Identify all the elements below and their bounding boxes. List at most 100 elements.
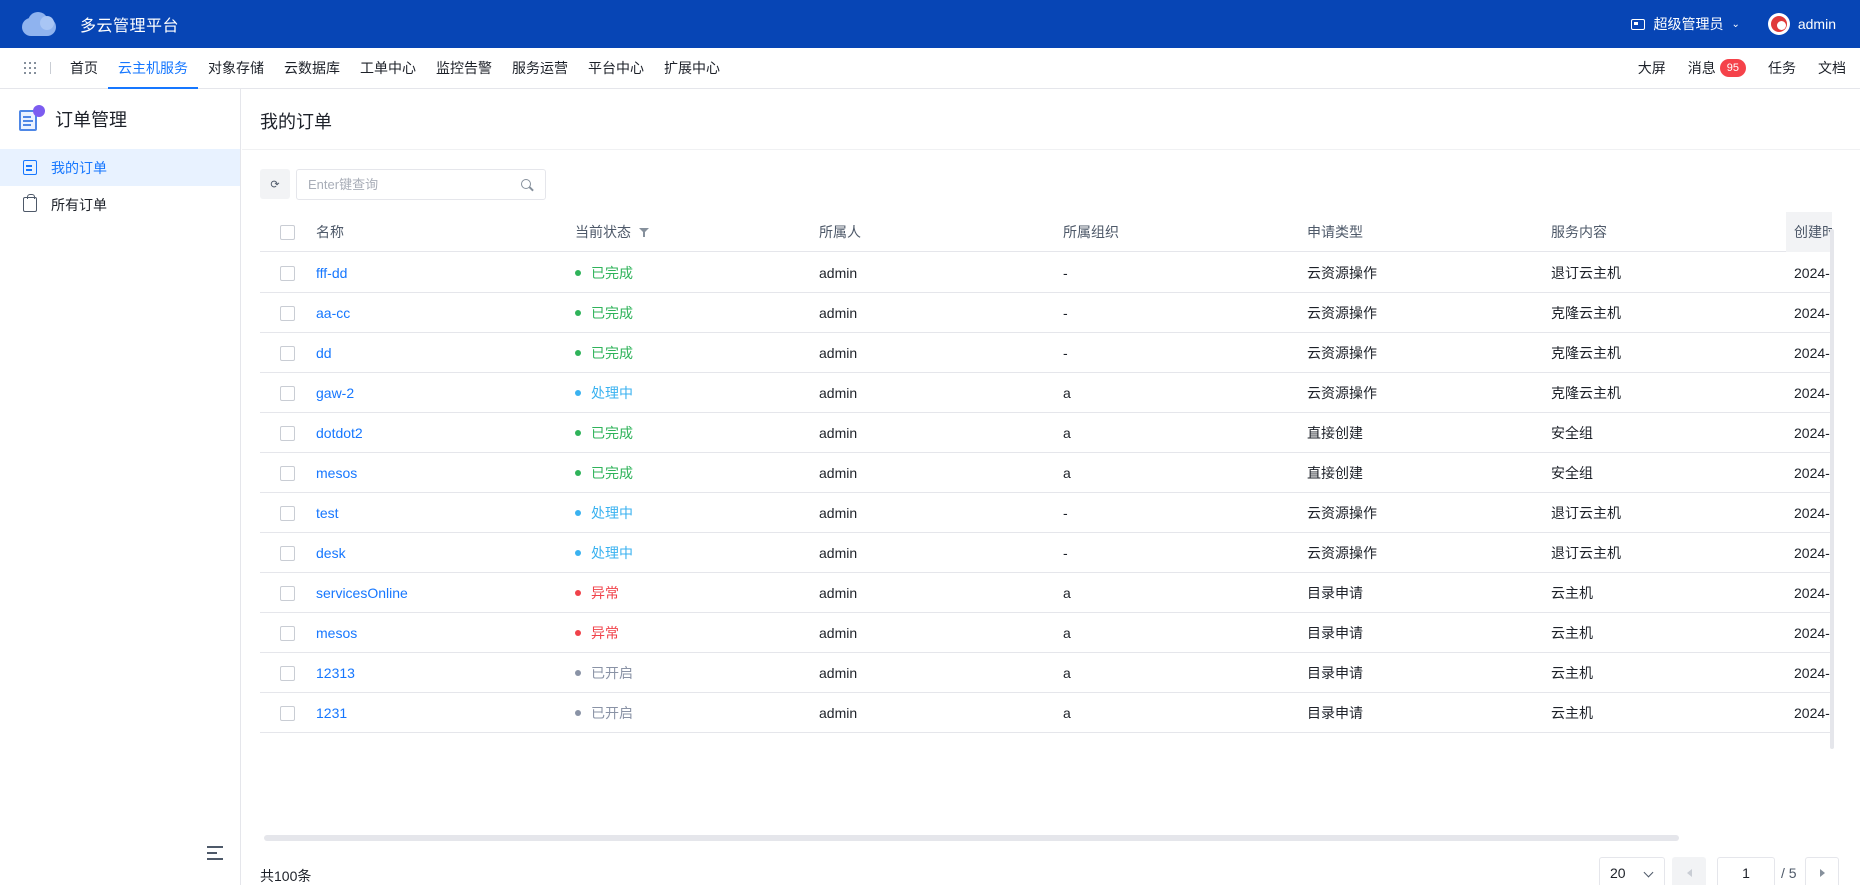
collapse-sidebar-icon[interactable] [207, 846, 223, 860]
prev-page-button[interactable] [1672, 857, 1706, 885]
nav-item-7[interactable]: 平台中心 [578, 48, 654, 89]
order-name-link[interactable]: servicesOnline [316, 585, 408, 601]
table-row[interactable]: fff-dd 已完成 admin - 云资源操作 退订云主机 2024-0 [260, 253, 1832, 293]
search-input[interactable] [297, 170, 521, 199]
order-name-link[interactable]: desk [316, 545, 346, 561]
column-header-created[interactable]: 创建时 [1786, 212, 1832, 252]
cell-name[interactable]: mesos [316, 453, 516, 493]
status-text: 已完成 [591, 345, 633, 361]
table-row[interactable]: mesos 已完成 admin a 直接创建 安全组 2024-0 [260, 453, 1832, 493]
column-header-owner[interactable]: 所属人 [819, 212, 1019, 252]
order-icon [23, 160, 37, 175]
cell-name[interactable]: servicesOnline [316, 573, 516, 613]
cell-name[interactable]: test [316, 493, 516, 533]
user-menu[interactable]: admin [1767, 13, 1836, 35]
messages-link[interactable]: 消息 95 [1688, 58, 1746, 78]
table-row[interactable]: mesos 异常 admin a 目录申请 云主机 2024-0 [260, 613, 1832, 653]
next-page-button[interactable] [1805, 857, 1839, 885]
nav-item-8[interactable]: 扩展中心 [654, 48, 730, 89]
docs-link[interactable]: 文档 [1818, 58, 1846, 78]
table-row[interactable]: gaw-2 处理中 admin a 云资源操作 克隆云主机 2024-0 [260, 373, 1832, 413]
chevron-right-icon [1819, 869, 1825, 877]
cell-status: 处理中 [575, 493, 775, 533]
table-row[interactable]: dotdot2 已完成 admin a 直接创建 安全组 2024-0 [260, 413, 1832, 453]
cell-name[interactable]: gaw-2 [316, 373, 516, 413]
cell-name[interactable]: dd [316, 333, 516, 373]
search-icon[interactable] [521, 178, 533, 191]
refresh-icon: ⟳ [270, 178, 280, 191]
status-dot [575, 630, 581, 637]
tasks-link[interactable]: 任务 [1768, 58, 1796, 78]
order-name-link[interactable]: aa-cc [316, 305, 350, 321]
cell-type: 云资源操作 [1307, 505, 1377, 521]
row-checkbox[interactable] [280, 266, 295, 281]
row-checkbox[interactable] [280, 626, 295, 641]
column-header-name[interactable]: 名称 [316, 212, 516, 252]
sidebar-item-all-orders[interactable]: 所有订单 [0, 186, 240, 223]
title-divider [242, 149, 1860, 150]
cell-name[interactable]: 1231 [316, 693, 516, 733]
cloud-logo-icon[interactable] [20, 10, 58, 38]
nav-item-4[interactable]: 工单中心 [350, 48, 426, 89]
order-name-link[interactable]: dotdot2 [316, 425, 363, 441]
cell-name[interactable]: mesos [316, 613, 516, 653]
order-name-link[interactable]: 1231 [316, 705, 347, 721]
cell-name[interactable]: desk [316, 533, 516, 573]
table-row[interactable]: 1231 已开启 admin a 目录申请 云主机 2024-0 [260, 693, 1832, 733]
cell-name[interactable]: dotdot2 [316, 413, 516, 453]
row-checkbox[interactable] [280, 466, 295, 481]
order-name-link[interactable]: test [316, 505, 339, 521]
refresh-button[interactable]: ⟳ [260, 169, 290, 199]
nav-item-2[interactable]: 对象存储 [198, 48, 274, 89]
column-header-type[interactable]: 申请类型 [1307, 212, 1507, 252]
role-switcher[interactable]: 超级管理员 ⌄ [1631, 14, 1740, 34]
select-all-checkbox[interactable] [280, 225, 295, 240]
table-row[interactable]: desk 处理中 admin - 云资源操作 退订云主机 2024-0 [260, 533, 1832, 573]
table-row[interactable]: servicesOnline 异常 admin a 目录申请 云主机 2024-0 [260, 573, 1832, 613]
table-row[interactable]: 12313 已开启 admin a 目录申请 云主机 2024-0 [260, 653, 1832, 693]
bigscreen-link[interactable]: 大屏 [1638, 58, 1666, 78]
vertical-scrollbar[interactable] [1830, 229, 1834, 749]
order-name-link[interactable]: gaw-2 [316, 385, 354, 401]
order-name-link[interactable]: dd [316, 345, 332, 361]
row-checkbox[interactable] [280, 706, 295, 721]
sidebar-title: 订单管理 [55, 110, 127, 130]
app-grid-icon[interactable] [24, 62, 36, 74]
cell-type: 目录申请 [1307, 705, 1363, 721]
nav-item-3[interactable]: 云数据库 [274, 48, 350, 89]
nav-item-5[interactable]: 监控告警 [426, 48, 502, 89]
page-size-select[interactable]: 20 [1599, 857, 1665, 885]
table-row[interactable]: test 处理中 admin - 云资源操作 退订云主机 2024-0 [260, 493, 1832, 533]
order-name-link[interactable]: fff-dd [316, 265, 347, 281]
row-checkbox[interactable] [280, 506, 295, 521]
row-checkbox[interactable] [280, 546, 295, 561]
cell-type: 云资源操作 [1307, 545, 1377, 561]
row-checkbox[interactable] [280, 306, 295, 321]
order-name-link[interactable]: mesos [316, 465, 357, 481]
horizontal-scrollbar[interactable] [264, 835, 1679, 841]
filter-icon[interactable] [639, 227, 649, 237]
chevron-down-icon [1643, 867, 1654, 878]
row-checkbox[interactable] [280, 666, 295, 681]
cell-name[interactable]: fff-dd [316, 253, 516, 293]
sidebar-item-my-orders[interactable]: 我的订单 [0, 149, 240, 186]
row-checkbox[interactable] [280, 586, 295, 601]
messages-label: 消息 [1687, 60, 1716, 76]
row-checkbox[interactable] [280, 346, 295, 361]
nav-item-0[interactable]: 首页 [60, 48, 108, 89]
nav-item-6[interactable]: 服务运营 [502, 48, 578, 89]
table-row[interactable]: aa-cc 已完成 admin - 云资源操作 克隆云主机 2024-0 [260, 293, 1832, 333]
main-nav: 首页 云主机服务 对象存储 云数据库 工单中心 监控告警 服务运营 平台中心 扩展中心 大屏 消… [0, 48, 1860, 89]
page-number-input[interactable]: 1 [1717, 857, 1775, 885]
cell-name[interactable]: 12313 [316, 653, 516, 693]
table-row[interactable]: dd 已完成 admin - 云资源操作 克隆云主机 2024-0 [260, 333, 1832, 373]
column-header-org[interactable]: 所属组织 [1063, 212, 1263, 252]
row-checkbox[interactable] [280, 426, 295, 441]
column-header-service[interactable]: 服务内容 [1551, 212, 1751, 252]
nav-item-1[interactable]: 云主机服务 [108, 48, 198, 89]
column-header-status[interactable]: 当前状态 [575, 212, 775, 252]
order-name-link[interactable]: 12313 [316, 665, 355, 681]
row-checkbox[interactable] [280, 386, 295, 401]
cell-name[interactable]: aa-cc [316, 293, 516, 333]
order-name-link[interactable]: mesos [316, 625, 357, 641]
